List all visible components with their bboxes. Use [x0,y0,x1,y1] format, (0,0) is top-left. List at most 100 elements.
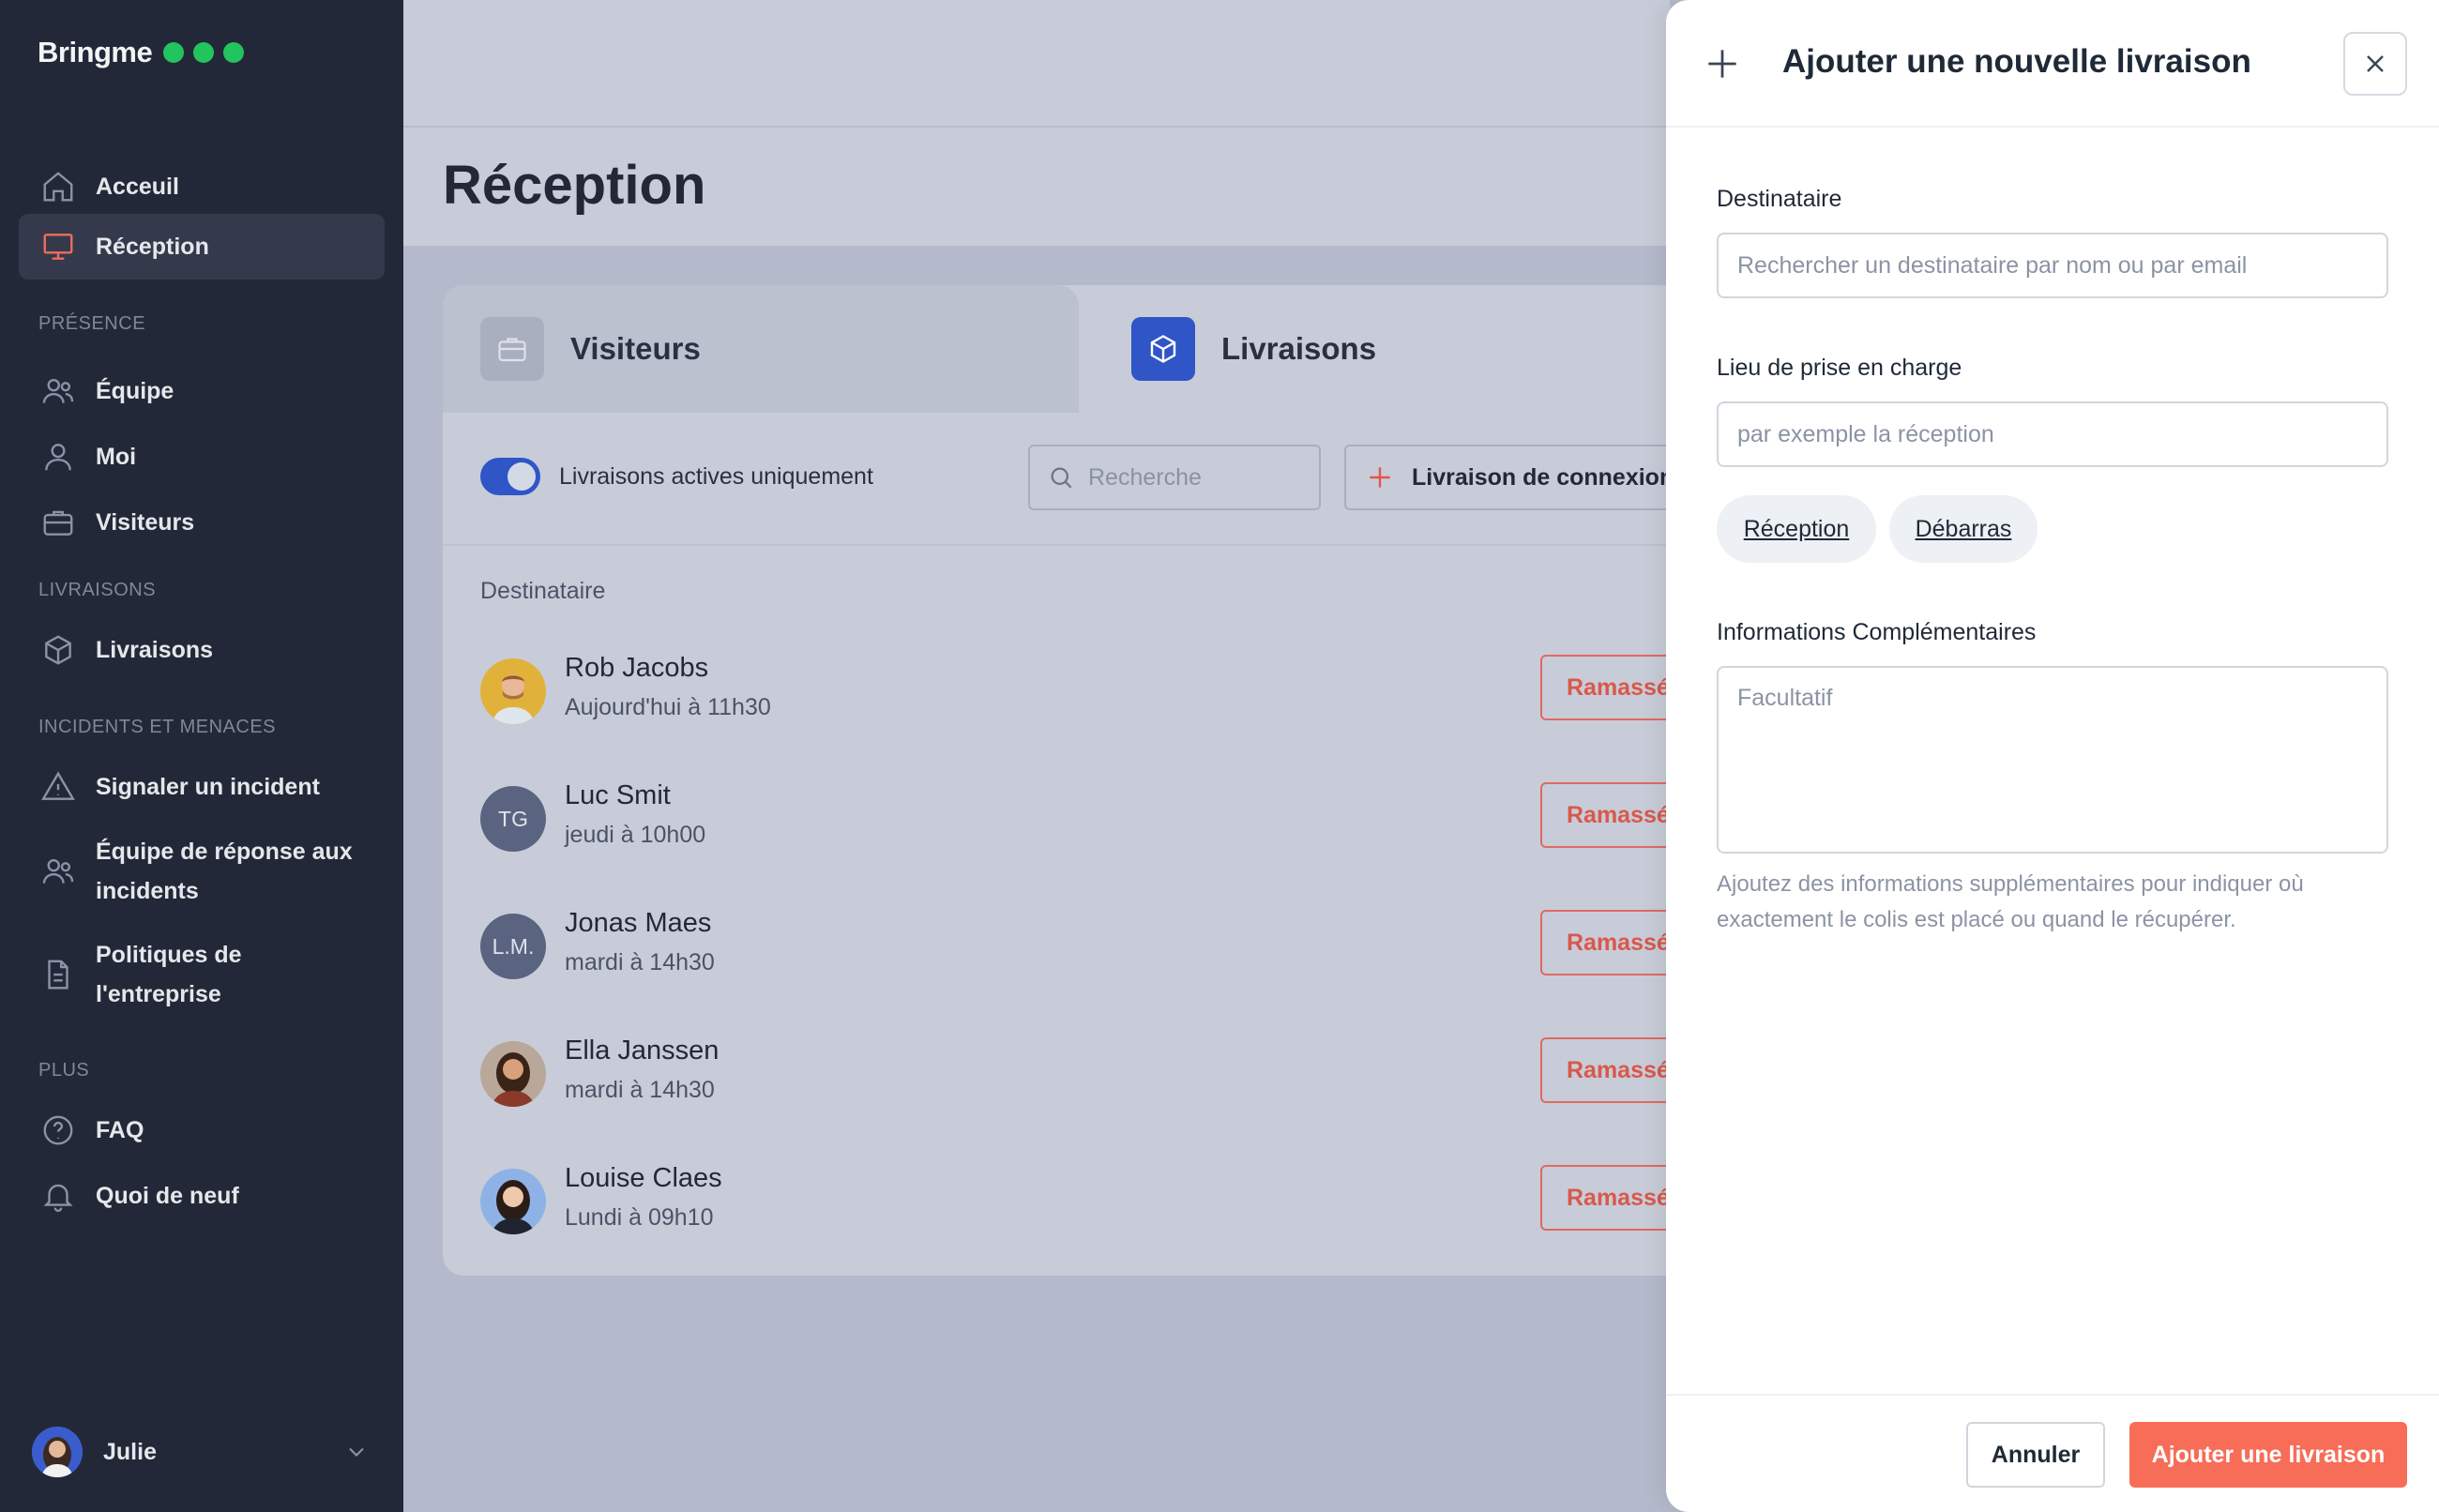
users-icon [39,853,77,890]
delivery-time: mardi à 14h30 [565,949,715,975]
add-delivery-label: Livraison de connexion [1412,463,1674,491]
status-dot [193,42,215,63]
sidebar-item-label: Quoi de neuf [96,1183,239,1209]
additional-info-label: Informations Complémentaires [1717,619,2037,645]
briefcase-icon [480,317,544,381]
delivery-time: mardi à 14h30 [565,1077,715,1103]
pickup-location-placeholder: par exemple la réception [1737,420,1994,447]
sidebar-item-label: Livraisons [96,637,214,663]
warning-icon [39,768,77,806]
add-delivery-button[interactable]: Livraison de connexion [1344,445,1719,510]
location-chip-reception[interactable]: Réception [1717,495,1876,563]
sidebar-item-visiteurs[interactable]: Visiteurs [19,493,385,552]
pickup-location-input[interactable]: par exemple la réception [1717,401,2388,467]
sidebar-item-equipe[interactable]: Équipe [19,362,385,420]
avatar [32,1427,83,1477]
status-dot [163,42,185,63]
help-circle-icon [39,1111,77,1149]
plus-icon [1702,43,1743,84]
section-label-livraisons: LIVRAISONS [38,580,157,600]
close-button[interactable] [2343,32,2407,96]
table-row: Louise Claes Lundi à 09h10 Ramassé [480,1156,1747,1246]
recipient-search-input[interactable]: Rechercher un destinataire par nom ou pa… [1717,233,2388,298]
monitor-icon [39,228,77,265]
recipient-name: Ella Janssen [565,1036,720,1066]
user-name: Julie [103,1438,157,1465]
drawer-header: Ajouter une nouvelle livraison [1666,0,2439,128]
brand-logo[interactable]: Bringme [38,36,245,69]
delivery-time: Aujourd'hui à 11h30 [565,694,771,720]
bell-icon [39,1177,77,1215]
cancel-button[interactable]: Annuler [1966,1422,2105,1488]
drawer-title: Ajouter une nouvelle livraison [1782,43,2251,80]
location-chip-debarras[interactable]: Débarras [1889,495,2038,563]
search-input[interactable]: Recherche [1028,445,1321,510]
package-icon [39,631,77,669]
additional-info-help: Ajoutez des informations supplémentaires… [1717,871,2304,932]
sidebar-item-label-line1: Équipe de réponse aux [96,839,353,865]
page-title: Réception [443,155,706,216]
sidebar: Bringme Acceuil Réception PRÉSENCE Équip… [0,0,403,1512]
sidebar-item-label: Équipe [96,378,174,404]
avatar-initials: L.M. [480,914,546,979]
column-header-destinataire: Destinataire [480,578,606,604]
table-row: TG Luc Smit jeudi à 10h00 Ramassé [480,773,1747,863]
tab-label: Livraisons [1221,331,1377,366]
user-icon [39,438,77,476]
recipient-name: Luc Smit [565,780,671,810]
sidebar-item-faq[interactable]: FAQ [19,1101,385,1159]
table-row: L.M. Jonas Maes mardi à 14h30 Ramassé [480,900,1747,990]
recipient-label: Destinataire [1717,186,1842,212]
sidebar-item-moi[interactable]: Moi [19,428,385,486]
avatar [480,1041,546,1107]
sidebar-item-label: Politiques de l'entreprise [96,935,242,1014]
tab-visiteurs[interactable]: Visiteurs [443,285,1079,413]
top-bar [403,0,1670,128]
sidebar-item-signaler-incident[interactable]: Signaler un incident [19,758,385,816]
avatar [480,1169,546,1234]
page-header: Réception [403,128,1670,246]
toggle-knob [507,462,536,491]
avatar-initials: TG [480,786,546,852]
delivery-time: jeudi à 10h00 [565,822,706,848]
sidebar-item-label-line2: l'entreprise [96,981,221,1007]
home-icon [39,168,77,205]
avatar [480,658,546,724]
sidebar-item-label: Réception [96,234,209,260]
sidebar-item-acceuil[interactable]: Acceuil [19,154,385,219]
additional-info-textarea[interactable]: Facultatif [1717,666,2388,854]
briefcase-icon [39,504,77,541]
sidebar-item-reception[interactable]: Réception [19,214,385,280]
sidebar-item-quoi-de-neuf[interactable]: Quoi de neuf [19,1167,385,1225]
sidebar-item-politiques[interactable]: Politiques de l'entreprise [19,932,385,1017]
delivery-time: Lundi à 09h10 [565,1204,714,1231]
close-icon [2360,49,2390,79]
pickup-location-label: Lieu de prise en charge [1717,355,1962,381]
recipient-name: Rob Jacobs [565,653,709,683]
add-delivery-submit-button[interactable]: Ajouter une livraison [2129,1422,2407,1488]
status-dot [223,42,245,63]
search-placeholder: Recherche [1088,463,1202,491]
tab-label: Visiteurs [570,331,701,366]
sidebar-item-label: FAQ [96,1117,144,1143]
drawer-footer: Annuler Ajouter une livraison [1666,1394,2439,1512]
sidebar-item-label-line2: incidents [96,878,199,904]
deliveries-toolbar: Livraisons actives uniquement Recherche … [443,413,1719,546]
recipient-name: Louise Claes [565,1163,722,1193]
section-label-plus: PLUS [38,1060,90,1081]
users-icon [39,372,77,410]
sidebar-item-label: Signaler un incident [96,774,320,800]
tab-livraisons[interactable]: Livraisons [1094,285,1750,413]
brand-name: Bringme [38,36,153,68]
sidebar-item-equipe-reponse[interactable]: Équipe de réponse aux incidents [19,829,385,914]
sidebar-item-label: Acceuil [96,174,179,200]
section-label-incidents: INCIDENTS ET MENACES [38,717,276,737]
chevron-down-icon[interactable] [343,1439,370,1470]
search-icon [1047,463,1075,491]
document-icon [39,956,77,993]
sidebar-item-label: Visiteurs [96,509,195,536]
section-label-presence: PRÉSENCE [38,313,146,334]
sidebar-item-livraisons[interactable]: Livraisons [19,621,385,679]
user-menu[interactable]: Julie [32,1426,370,1478]
active-only-toggle[interactable] [480,458,540,495]
